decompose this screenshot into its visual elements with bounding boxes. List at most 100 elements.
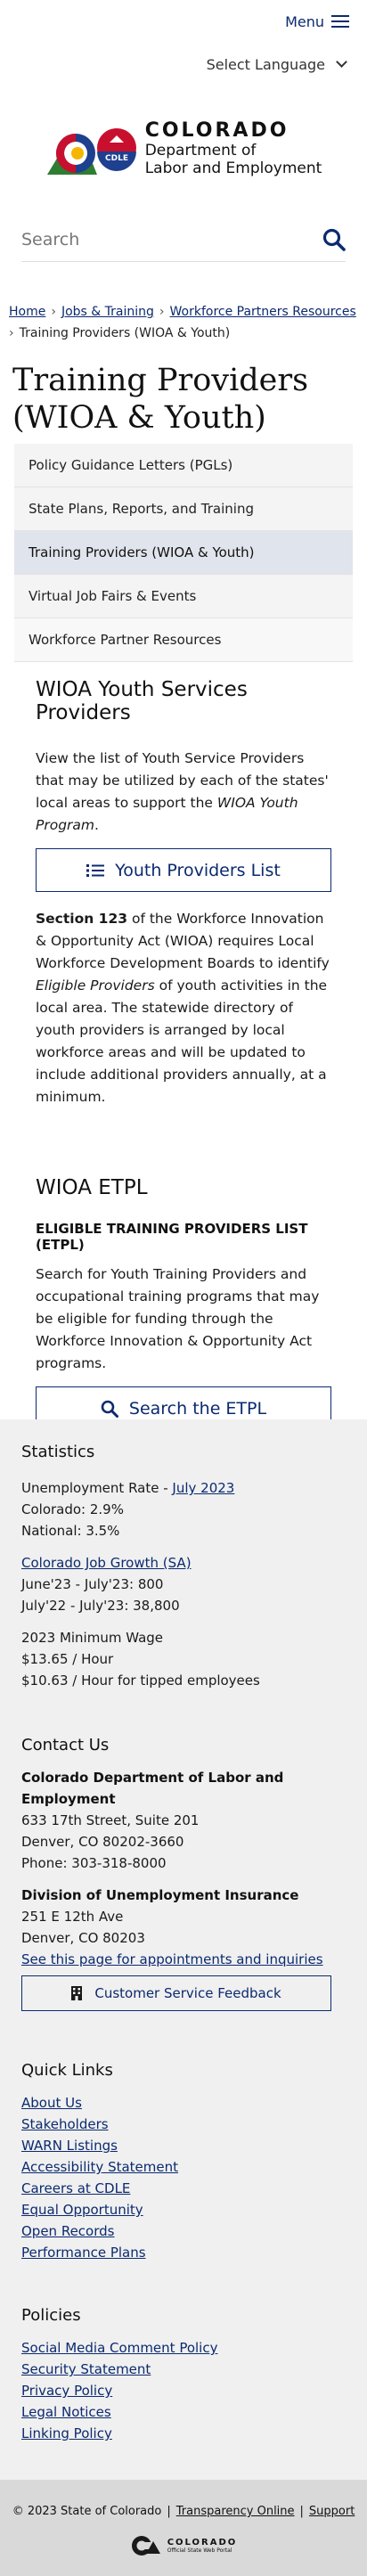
youth-heading: WIOA Youth Services Providers bbox=[36, 678, 248, 724]
quick-link-accessibility[interactable]: Accessibility Statement bbox=[21, 2156, 346, 2178]
youth-body-bold: Section 123 bbox=[36, 911, 128, 927]
min-wage: $13.65 / Hour bbox=[21, 1651, 114, 1667]
etpl-button-label: Search the ETPL bbox=[128, 1398, 267, 1419]
youth-providers-section: WIOA Youth Services Providers View the l… bbox=[0, 678, 367, 1108]
policy-privacy[interactable]: Privacy Policy bbox=[21, 2380, 346, 2401]
quick-links-list: About Us Stakeholders WARN Listings Acce… bbox=[21, 2092, 346, 2263]
contact-phone: Phone: 303-318-8000 bbox=[21, 1855, 167, 1871]
policy-linking[interactable]: Linking Policy bbox=[21, 2423, 346, 2444]
breadcrumb-jobs-training[interactable]: Jobs & Training bbox=[61, 305, 154, 319]
state-portal-logo[interactable]: COLORADO Official State Web Portal bbox=[0, 2534, 367, 2557]
nav-item-workforce-partner-resources[interactable]: Workforce Partner Resources bbox=[14, 618, 353, 662]
customer-feedback-button[interactable]: Customer Service Feedback bbox=[21, 1975, 331, 2011]
chevron-right-icon: › bbox=[159, 305, 165, 319]
colorado-rate: Colorado: 2.9% bbox=[21, 1501, 124, 1517]
portal-text: COLORADO Official State Web Portal bbox=[167, 2538, 238, 2554]
breadcrumb-current: Training Providers (WIOA & Youth) bbox=[19, 326, 231, 340]
page-title: Training Providers (WIOA & Youth) bbox=[12, 363, 309, 436]
transparency-link[interactable]: Transparency Online bbox=[176, 2505, 295, 2518]
site-footer: Statistics Unemployment Rate - July 2023… bbox=[0, 1419, 367, 2480]
breadcrumb: Home › Jobs & Training › Workforce Partners … bbox=[0, 301, 367, 344]
search-icon[interactable] bbox=[322, 228, 346, 251]
logo-dept-line1: Department of bbox=[144, 141, 257, 159]
etpl-body: Search for Youth Training Providers and … bbox=[36, 1266, 320, 1371]
search-bar bbox=[21, 217, 346, 262]
support-link[interactable]: Support bbox=[309, 2505, 355, 2518]
quick-link-warn[interactable]: WARN Listings bbox=[21, 2135, 346, 2156]
divider-1: | bbox=[167, 2505, 171, 2518]
youth-intro: View the list of Youth Service Providers… bbox=[36, 748, 331, 837]
colorado-portal-icon bbox=[131, 2536, 160, 2556]
youth-button-label: Youth Providers List bbox=[115, 860, 281, 880]
bottom-bar: © 2023 State of Colorado | Transparency … bbox=[0, 2480, 367, 2576]
job-growth-link[interactable]: Colorado Job Growth (SA) bbox=[21, 1555, 192, 1571]
chevron-down-icon bbox=[336, 56, 347, 68]
top-bar: Menu bbox=[0, 0, 367, 43]
quick-link-performance-plans[interactable]: Performance Plans bbox=[21, 2242, 346, 2263]
appointments-link[interactable]: See this page for appointments and inqui… bbox=[21, 1951, 323, 1967]
portal-sub: Official State Web Portal bbox=[167, 2547, 232, 2554]
search-input[interactable] bbox=[21, 229, 289, 249]
national-rate: National: 3.5% bbox=[21, 1523, 120, 1539]
quick-link-careers[interactable]: Careers at CDLE bbox=[21, 2178, 346, 2199]
building-icon bbox=[71, 1986, 83, 2000]
colorado-logo-icon: CDLE bbox=[46, 128, 136, 175]
tipped-wage: $10.63 / Hour for tipped employees bbox=[21, 1672, 260, 1689]
contact-heading: Contact Us bbox=[21, 1736, 110, 1754]
copyright: © 2023 State of Colorado bbox=[12, 2505, 162, 2518]
policy-legal[interactable]: Legal Notices bbox=[21, 2401, 346, 2423]
ui-address2: Denver, CO 80203 bbox=[21, 1930, 145, 1946]
nav-item-state-plans[interactable]: State Plans, Reports, and Training bbox=[14, 487, 353, 531]
breadcrumb-home[interactable]: Home bbox=[9, 305, 45, 319]
youth-providers-list-button[interactable]: Youth Providers List bbox=[36, 848, 331, 892]
hamburger-icon bbox=[331, 15, 349, 28]
chevron-right-icon: › bbox=[51, 305, 56, 319]
unemployment-rate: Unemployment Rate - July 2023 bbox=[21, 1477, 346, 1499]
nav-item-virtual-job-fairs[interactable]: Virtual Job Fairs & Events bbox=[14, 575, 353, 618]
logo-state-name: COLORADO bbox=[144, 119, 290, 142]
divider-2: | bbox=[299, 2505, 304, 2518]
language-selector[interactable]: Select Language bbox=[0, 43, 367, 86]
nav-item-pgls[interactable]: Policy Guidance Letters (PGLs) bbox=[14, 444, 353, 487]
policy-security[interactable]: Security Statement bbox=[21, 2359, 346, 2380]
contact-block: Colorado Department of Labor and Employm… bbox=[21, 1767, 346, 2011]
min-wage-label: 2023 Minimum Wage bbox=[21, 1630, 164, 1646]
list-icon bbox=[86, 863, 105, 877]
youth-intro-end: . bbox=[94, 817, 99, 833]
menu-label: Menu bbox=[285, 12, 324, 30]
statistics-heading: Statistics bbox=[21, 1443, 95, 1461]
etpl-subheading: ELIGIBLE TRAINING PROVIDERS LIST (ETPL) bbox=[36, 1221, 308, 1253]
youth-body-em: Eligible Providers bbox=[36, 977, 155, 994]
statistics-block: Unemployment Rate - July 2023 Colorado: … bbox=[21, 1477, 346, 1691]
growth-year: July'22 - July'23: 38,800 bbox=[21, 1598, 180, 1614]
feedback-button-label: Customer Service Feedback bbox=[94, 1985, 281, 2001]
etpl-heading: WIOA ETPL bbox=[36, 1176, 148, 1199]
logo-text: COLORADO Department of Labor and Employm… bbox=[145, 119, 322, 177]
section-nav: Policy Guidance Letters (PGLs) State Pla… bbox=[14, 444, 353, 662]
quick-link-equal-opportunity[interactable]: Equal Opportunity bbox=[21, 2199, 346, 2220]
quick-link-about[interactable]: About Us bbox=[21, 2092, 346, 2114]
menu-button[interactable]: Menu bbox=[285, 13, 349, 30]
growth-month: June'23 - July'23: 800 bbox=[21, 1576, 164, 1592]
policies-list: Social Media Comment Policy Security Sta… bbox=[21, 2337, 346, 2444]
chevron-right-icon: › bbox=[9, 326, 14, 340]
ui-org: Division of Unemployment Insurance bbox=[21, 1887, 299, 1903]
quick-link-stakeholders[interactable]: Stakeholders bbox=[21, 2114, 346, 2135]
policy-social-media[interactable]: Social Media Comment Policy bbox=[21, 2337, 346, 2359]
contact-address1: 633 17th Street, Suite 201 bbox=[21, 1812, 200, 1828]
youth-body: Section 123 of the Workforce Innovation … bbox=[36, 908, 331, 1108]
logo-badge-text: CDLE bbox=[105, 154, 128, 163]
portal-name: COLORADO bbox=[167, 2538, 238, 2547]
language-label: Select Language bbox=[206, 55, 325, 73]
unemployment-label: Unemployment Rate - bbox=[21, 1480, 173, 1496]
breadcrumb-workforce-partners[interactable]: Workforce Partners Resources bbox=[170, 305, 356, 319]
unemployment-month-link[interactable]: July 2023 bbox=[172, 1480, 234, 1496]
policies-heading: Policies bbox=[21, 2306, 81, 2325]
ui-address1: 251 E 12th Ave bbox=[21, 1909, 124, 1925]
logo-dept-line2: Labor and Employment bbox=[144, 159, 322, 177]
etpl-section: WIOA ETPL ELIGIBLE TRAINING PROVIDERS LI… bbox=[0, 1176, 367, 1430]
quick-link-open-records[interactable]: Open Records bbox=[21, 2220, 346, 2242]
nav-item-training-providers[interactable]: Training Providers (WIOA & Youth) bbox=[14, 531, 353, 575]
youth-body-2: of youth activities in the local area. T… bbox=[36, 977, 328, 1105]
site-logo[interactable]: CDLE COLORADO Department of Labor and Em… bbox=[0, 86, 367, 210]
